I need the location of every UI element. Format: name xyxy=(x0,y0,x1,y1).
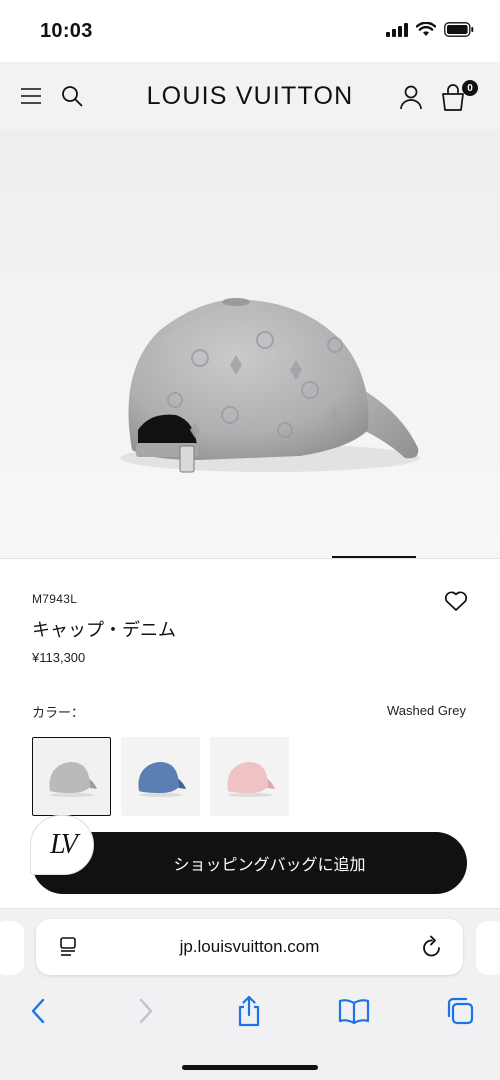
previous-tab-preview[interactable] xyxy=(0,921,24,975)
next-tab-preview[interactable] xyxy=(476,921,500,975)
book-icon xyxy=(338,999,370,1025)
chevron-right-icon xyxy=(139,998,153,1024)
wifi-icon xyxy=(416,22,436,36)
browser-toolbar xyxy=(0,991,500,1041)
status-time: 10:03 xyxy=(40,20,93,42)
bookmarks-button[interactable] xyxy=(334,991,374,1031)
color-swatches xyxy=(32,737,289,816)
product-price: ¥113,300 xyxy=(32,650,86,665)
tabs-icon xyxy=(447,997,474,1025)
forward-button[interactable] xyxy=(126,991,166,1031)
add-to-bag-button[interactable]: ショッピングバッグに追加 xyxy=(32,832,467,894)
chevron-left-icon xyxy=(31,998,45,1024)
reload-icon[interactable] xyxy=(421,935,443,959)
status-bar: 10:03 xyxy=(0,0,500,62)
swatch-washed-grey[interactable] xyxy=(32,737,111,816)
cap-thumbnail-pink xyxy=(226,761,275,797)
cap-image xyxy=(120,298,420,473)
lv-monogram-icon: LV xyxy=(50,829,78,860)
heart-icon[interactable] xyxy=(444,590,468,612)
bag-count-badge: 0 xyxy=(462,80,478,96)
tabs-button[interactable] xyxy=(440,991,480,1031)
color-value: Washed Grey xyxy=(387,703,466,718)
url-text: jp.louisvuitton.com xyxy=(179,937,320,956)
color-label: カラー： xyxy=(32,706,85,721)
carousel-indicator xyxy=(332,556,416,558)
browser-chrome: jp.louisvuitton.com xyxy=(0,908,500,1080)
share-button[interactable] xyxy=(229,991,269,1031)
battery-icon xyxy=(444,22,474,37)
product-image[interactable] xyxy=(0,130,500,558)
back-button[interactable] xyxy=(18,991,58,1031)
account-icon[interactable] xyxy=(399,84,423,110)
home-indicator xyxy=(182,1065,318,1070)
site-header: LOUIS VUITTON 0 xyxy=(0,62,500,130)
product-name: キャップ・デニム xyxy=(32,620,176,641)
shopping-bag-button[interactable]: 0 xyxy=(440,80,480,112)
status-icons xyxy=(386,22,474,37)
signal-icon xyxy=(386,22,408,37)
add-to-bag-label: ショッピングバッグに追加 xyxy=(173,855,366,874)
address-bar[interactable]: jp.louisvuitton.com xyxy=(36,919,463,975)
brand-logo[interactable]: LOUIS VUITTON xyxy=(0,82,500,111)
share-icon xyxy=(238,995,260,1027)
swatch-pink[interactable] xyxy=(210,737,289,816)
product-sku: M7943L xyxy=(32,592,78,606)
lv-monogram-badge[interactable]: LV xyxy=(30,815,94,875)
swatch-blue[interactable] xyxy=(121,737,200,816)
cap-thumbnail-blue xyxy=(137,761,186,797)
divider xyxy=(0,558,500,559)
cap-thumbnail-grey xyxy=(48,761,97,797)
